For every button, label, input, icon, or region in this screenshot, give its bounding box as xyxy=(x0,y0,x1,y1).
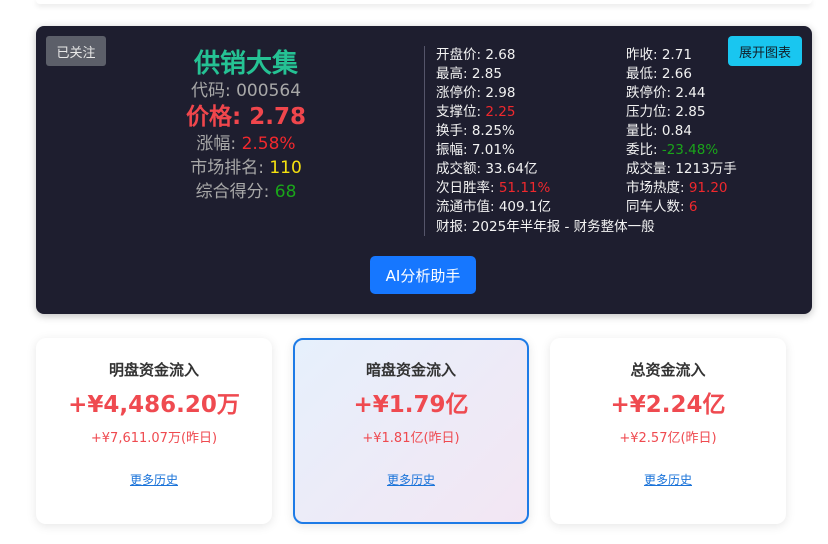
detail-item: 量比: 0.84 xyxy=(626,122,766,141)
detail-label: 最低: xyxy=(626,66,662,82)
flow-value: +¥1.79亿 xyxy=(353,392,469,418)
flow-previous-day: +¥1.81亿(昨日) xyxy=(362,431,460,446)
detail-item: 委比: -23.48% xyxy=(626,141,766,160)
stock-code: 000564 xyxy=(236,81,302,101)
flow-title: 暗盘资金流入 xyxy=(365,361,456,379)
detail-label: 委比: xyxy=(626,142,662,158)
detail-item: 市场热度: 91.20 xyxy=(626,179,766,198)
detail-value: 91.20 xyxy=(688,180,728,196)
stock-summary: 供销大集 代码: 000564 价格: 2.78 涨幅: 2.58% 市场排名:… xyxy=(156,48,336,204)
detail-value: 2.98 xyxy=(485,85,516,101)
previous-card-edge xyxy=(36,0,812,4)
stock-price: 2.78 xyxy=(249,104,306,130)
detail-item: 振幅: 7.01% xyxy=(436,141,626,160)
detail-value: 6 xyxy=(688,199,698,215)
detail-label: 支撑位: xyxy=(436,104,486,120)
detail-label: 市场热度: xyxy=(626,180,689,196)
ai-analysis-button[interactable]: AI分析助手 xyxy=(370,256,476,294)
financial-report: 财报: 2025年半年报 - 财务整体一般 xyxy=(436,219,655,235)
followed-button[interactable]: 已关注 xyxy=(46,36,106,66)
stock-detail-grid: 开盘价: 2.68 昨收: 2.71 最高: 2.85 最低: 2.66 涨停价: 2.… xyxy=(436,46,766,217)
detail-label: 开盘价: xyxy=(436,47,486,63)
detail-label: 换手: xyxy=(436,123,472,139)
score-label: 综合得分: xyxy=(195,182,275,202)
change-label: 涨幅: xyxy=(196,134,242,154)
detail-value: 8.25% xyxy=(471,123,515,139)
detail-item: 跌停价: 2.44 xyxy=(626,84,766,103)
visible-fund-inflow-card: 明盘资金流入 +¥4,486.20万 +¥7,611.07万(昨日) 更多历史 xyxy=(36,338,272,524)
detail-value: -23.48% xyxy=(661,142,719,158)
stock-code-line: 代码: 000564 xyxy=(156,80,336,102)
detail-item: 流通市值: 409.1亿 xyxy=(436,198,626,217)
detail-label: 次日胜率: xyxy=(436,180,499,196)
rank-label: 市场排名: xyxy=(190,158,270,178)
detail-value: 2.85 xyxy=(675,104,706,120)
stock-name: 供销大集 xyxy=(193,49,298,79)
market-rank: 110 xyxy=(269,158,302,178)
detail-item: 换手: 8.25% xyxy=(436,122,626,141)
stock-change: 2.58% xyxy=(241,134,296,154)
detail-item: 最高: 2.85 xyxy=(436,65,626,84)
detail-value: 2.68 xyxy=(485,47,516,63)
stock-info-card: 已关注 展开图表 供销大集 代码: 000564 价格: 2.78 涨幅: 2.… xyxy=(36,26,812,314)
detail-item: 成交量: 1213万手 xyxy=(626,160,766,179)
price-label: 价格: xyxy=(186,104,250,130)
total-fund-inflow-card: 总资金流入 +¥2.24亿 +¥2.57亿(昨日) 更多历史 xyxy=(550,338,786,524)
more-history-link[interactable]: 更多历史 xyxy=(295,472,527,488)
detail-label: 涨停价: xyxy=(436,85,486,101)
flow-title: 总资金流入 xyxy=(630,361,706,379)
detail-value: 2.44 xyxy=(675,85,706,101)
detail-value: 0.84 xyxy=(661,123,692,139)
detail-label: 成交额: xyxy=(436,161,486,177)
detail-label: 振幅: xyxy=(436,142,472,158)
detail-item: 支撑位: 2.25 xyxy=(436,103,626,122)
detail-value: 2.85 xyxy=(471,66,502,82)
detail-label: 跌停价: xyxy=(626,85,676,101)
detail-item: 成交额: 33.64亿 xyxy=(436,160,626,179)
detail-value: 2.66 xyxy=(661,66,692,82)
detail-label: 量比: xyxy=(626,123,662,139)
score-line: 综合得分: 68 xyxy=(156,180,336,204)
detail-value: 409.1亿 xyxy=(498,199,551,215)
vertical-divider xyxy=(424,46,425,236)
flow-value: +¥4,486.20万 xyxy=(68,392,240,418)
detail-label: 成交量: xyxy=(626,161,676,177)
flow-title: 明盘资金流入 xyxy=(108,361,199,379)
detail-item: 同车人数: 6 xyxy=(626,198,766,217)
detail-value: 51.11% xyxy=(498,180,551,196)
detail-label: 最高: xyxy=(436,66,472,82)
more-history-link[interactable]: 更多历史 xyxy=(36,472,272,488)
stock-change-line: 涨幅: 2.58% xyxy=(156,132,336,156)
code-label: 代码: xyxy=(190,81,237,101)
dark-pool-fund-inflow-card[interactable]: 暗盘资金流入 +¥1.79亿 +¥1.81亿(昨日) 更多历史 xyxy=(293,338,529,524)
detail-item: 压力位: 2.85 xyxy=(626,103,766,122)
detail-value: 7.01% xyxy=(471,142,515,158)
detail-value: 2.25 xyxy=(485,104,516,120)
detail-item: 开盘价: 2.68 xyxy=(436,46,626,65)
flow-previous-day: +¥2.57亿(昨日) xyxy=(619,431,717,446)
detail-item: 最低: 2.66 xyxy=(626,65,766,84)
more-history-link[interactable]: 更多历史 xyxy=(550,472,786,488)
detail-value: 2.71 xyxy=(661,47,692,63)
flow-previous-day: +¥7,611.07万(昨日) xyxy=(90,431,218,446)
detail-value: 33.64亿 xyxy=(485,161,538,177)
overall-score: 68 xyxy=(274,182,297,202)
detail-item: 涨停价: 2.98 xyxy=(436,84,626,103)
detail-label: 同车人数: xyxy=(626,199,689,215)
detail-item: 昨收: 2.71 xyxy=(626,46,766,65)
detail-item: 次日胜率: 51.11% xyxy=(436,179,626,198)
detail-value: 1213万手 xyxy=(675,161,737,177)
detail-label: 昨收: xyxy=(626,47,662,63)
flow-value: +¥2.24亿 xyxy=(610,392,726,418)
stock-price-line: 价格: 2.78 xyxy=(156,102,336,132)
detail-label: 压力位: xyxy=(626,104,676,120)
detail-label: 流通市值: xyxy=(436,199,499,215)
market-rank-line: 市场排名: 110 xyxy=(156,156,336,180)
